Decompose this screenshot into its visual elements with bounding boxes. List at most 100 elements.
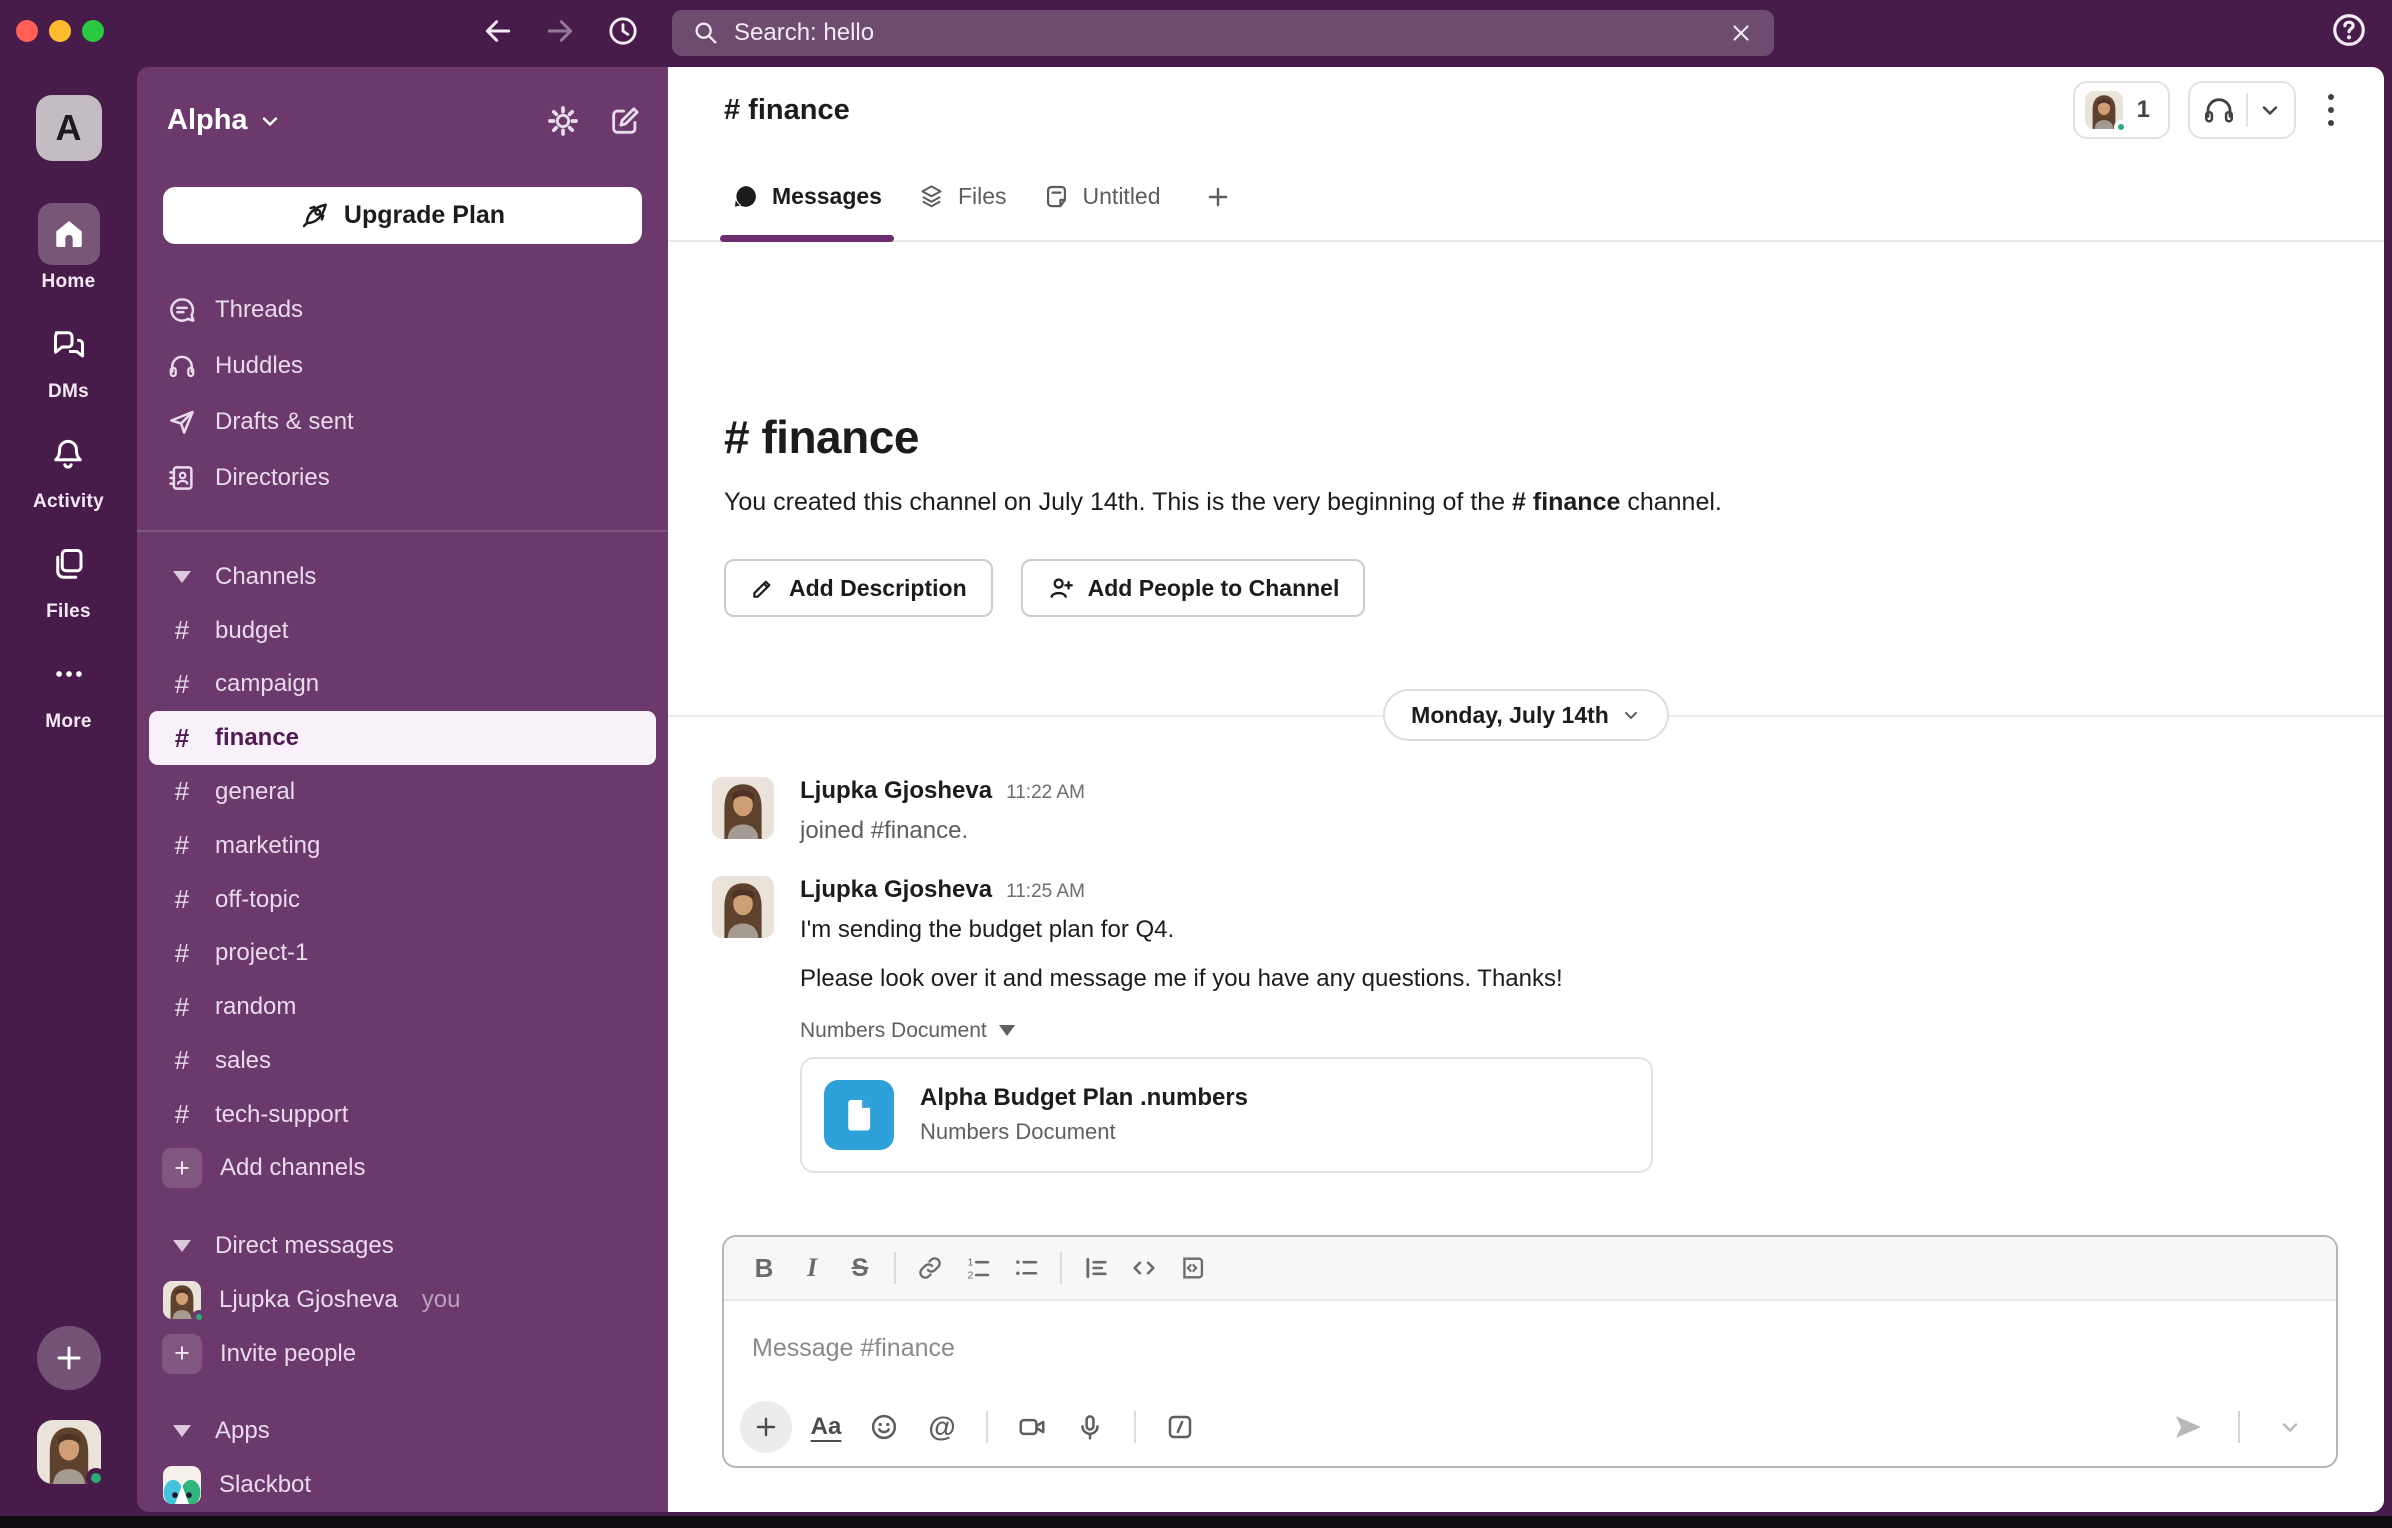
bullet-list-button[interactable] bbox=[1002, 1244, 1050, 1292]
search-icon bbox=[692, 19, 720, 47]
files-icon bbox=[38, 533, 100, 595]
sidebar-channel-campaign[interactable]: #campaign bbox=[137, 658, 668, 712]
add-people-button[interactable]: Add People to Channel bbox=[1021, 559, 1366, 617]
file-name: Alpha Budget Plan .numbers bbox=[920, 1084, 1248, 1112]
send-button[interactable] bbox=[2164, 1405, 2212, 1449]
message-input[interactable]: Message #finance bbox=[724, 1301, 2336, 1395]
link-button[interactable] bbox=[906, 1244, 954, 1292]
bold-button[interactable]: B bbox=[740, 1244, 788, 1292]
dm-section-header[interactable]: Direct messages bbox=[137, 1219, 668, 1273]
divider bbox=[986, 1411, 988, 1443]
sidebar-channel-budget[interactable]: #budget bbox=[137, 604, 668, 658]
sidebar-item-directories[interactable]: Directories bbox=[137, 450, 668, 506]
format-toggle-button[interactable]: Aa bbox=[802, 1405, 850, 1449]
user-profile-button[interactable] bbox=[37, 1420, 101, 1484]
hash-icon: # bbox=[167, 776, 197, 807]
code-block-button[interactable] bbox=[1168, 1244, 1216, 1292]
home-icon bbox=[38, 203, 100, 265]
italic-button[interactable]: I bbox=[788, 1244, 836, 1292]
history-forward-button[interactable] bbox=[544, 15, 576, 47]
code-button[interactable] bbox=[1120, 1244, 1168, 1292]
invite-people-button[interactable]: + Invite people bbox=[137, 1327, 668, 1381]
sidebar-channel-random[interactable]: #random bbox=[137, 980, 668, 1034]
add-channels-button[interactable]: + Add channels bbox=[137, 1141, 668, 1195]
workspace-switcher[interactable]: A bbox=[36, 95, 102, 161]
sidebar-item-huddles[interactable]: Huddles bbox=[137, 338, 668, 394]
canvas-icon bbox=[1043, 183, 1070, 210]
message-timestamp[interactable]: 11:25 AM bbox=[1006, 881, 1085, 903]
clear-search-icon[interactable] bbox=[1728, 20, 1754, 46]
tab-files[interactable]: Files bbox=[900, 153, 1025, 240]
collapse-triangle-icon bbox=[173, 571, 191, 583]
members-button[interactable]: 1 bbox=[2073, 81, 2170, 139]
message-composer[interactable]: B I S Message #finance Aa @ bbox=[722, 1235, 2338, 1468]
avatar[interactable] bbox=[712, 777, 774, 839]
video-clip-button[interactable] bbox=[1008, 1405, 1056, 1449]
sidebar-channel-off-topic[interactable]: #off-topic bbox=[137, 873, 668, 927]
upgrade-plan-button[interactable]: Upgrade Plan bbox=[163, 187, 642, 245]
attachment-collapse-toggle[interactable]: Numbers Document bbox=[800, 1019, 1653, 1043]
rail-item-activity[interactable]: Activity bbox=[33, 423, 104, 513]
hash-icon: # bbox=[167, 723, 197, 754]
sidebar-channel-sales[interactable]: #sales bbox=[137, 1034, 668, 1088]
add-description-button[interactable]: Add Description bbox=[724, 559, 993, 617]
rail-label: DMs bbox=[48, 381, 89, 403]
search-input[interactable]: Search: hello bbox=[672, 10, 1774, 56]
compose-icon[interactable] bbox=[608, 104, 642, 138]
ordered-list-button[interactable] bbox=[954, 1244, 1002, 1292]
sidebar-channel-general[interactable]: #general bbox=[137, 765, 668, 819]
message-author[interactable]: Ljupka Gjosheva bbox=[800, 876, 992, 904]
strikethrough-button[interactable]: S bbox=[836, 1244, 884, 1292]
shortcuts-button[interactable] bbox=[1156, 1405, 1204, 1449]
minimize-window-button[interactable] bbox=[49, 20, 71, 42]
add-tab-button[interactable] bbox=[1179, 153, 1257, 240]
send-options-chevron-icon[interactable] bbox=[2266, 1405, 2314, 1449]
workspace-menu[interactable]: Alpha bbox=[167, 104, 282, 137]
dm-item-ljupka[interactable]: Ljupka Gjosheva you bbox=[137, 1273, 668, 1327]
tab-messages[interactable]: Messages bbox=[714, 153, 900, 240]
message-timestamp[interactable]: 11:22 AM bbox=[1006, 782, 1085, 804]
avatar[interactable] bbox=[712, 876, 774, 938]
date-pill-button[interactable]: Monday, July 14th bbox=[1383, 689, 1669, 741]
attach-button[interactable] bbox=[740, 1401, 792, 1453]
rail-item-dms[interactable]: DMs bbox=[38, 313, 100, 403]
message-author[interactable]: Ljupka Gjosheva bbox=[800, 777, 992, 805]
plus-icon bbox=[1205, 184, 1231, 210]
sidebar-channel-project-1[interactable]: #project-1 bbox=[137, 926, 668, 980]
titlebar: Search: hello bbox=[0, 0, 2392, 67]
blockquote-button[interactable] bbox=[1072, 1244, 1120, 1292]
channel-title[interactable]: # finance bbox=[724, 94, 850, 127]
channel-menu-kebab-icon[interactable] bbox=[2314, 94, 2348, 126]
create-new-button[interactable] bbox=[37, 1326, 101, 1390]
channel-tabs: Messages Files Untitled bbox=[668, 153, 2384, 242]
app-item-slackbot[interactable]: Slackbot bbox=[137, 1458, 668, 1512]
sidebar-channel-tech-support[interactable]: #tech-support bbox=[137, 1088, 668, 1142]
apps-section-header[interactable]: Apps bbox=[137, 1405, 668, 1459]
rail-item-more[interactable]: More bbox=[38, 643, 100, 733]
sidebar-item-drafts[interactable]: Drafts & sent bbox=[137, 394, 668, 450]
history-icon[interactable] bbox=[606, 14, 640, 48]
rail-item-files[interactable]: Files bbox=[38, 533, 100, 623]
audio-clip-button[interactable] bbox=[1066, 1405, 1114, 1449]
dms-icon bbox=[38, 313, 100, 375]
help-button[interactable] bbox=[2330, 11, 2368, 49]
channels-section-header[interactable]: Channels bbox=[137, 550, 668, 604]
dm-you-label: you bbox=[422, 1286, 461, 1314]
hash-icon: # bbox=[167, 992, 197, 1023]
tab-untitled[interactable]: Untitled bbox=[1025, 153, 1179, 240]
rail-item-home[interactable]: Home bbox=[38, 203, 100, 293]
huddle-button[interactable] bbox=[2188, 81, 2296, 139]
close-window-button[interactable] bbox=[16, 20, 38, 42]
zoom-window-button[interactable] bbox=[82, 20, 104, 42]
channel-intro: # finance You created this channel on Ju… bbox=[668, 242, 2384, 617]
chevron-down-icon bbox=[258, 109, 282, 133]
filter-settings-icon[interactable] bbox=[546, 104, 580, 138]
formatting-toolbar: B I S bbox=[724, 1237, 2336, 1301]
sidebar-channel-marketing[interactable]: #marketing bbox=[137, 819, 668, 873]
sidebar-channel-finance[interactable]: #finance bbox=[149, 711, 656, 765]
emoji-button[interactable] bbox=[860, 1405, 908, 1449]
file-attachment-card[interactable]: Alpha Budget Plan .numbers Numbers Docum… bbox=[800, 1057, 1653, 1173]
sidebar-item-threads[interactable]: Threads bbox=[137, 282, 668, 338]
history-back-button[interactable] bbox=[482, 15, 514, 47]
mention-button[interactable]: @ bbox=[918, 1405, 966, 1449]
